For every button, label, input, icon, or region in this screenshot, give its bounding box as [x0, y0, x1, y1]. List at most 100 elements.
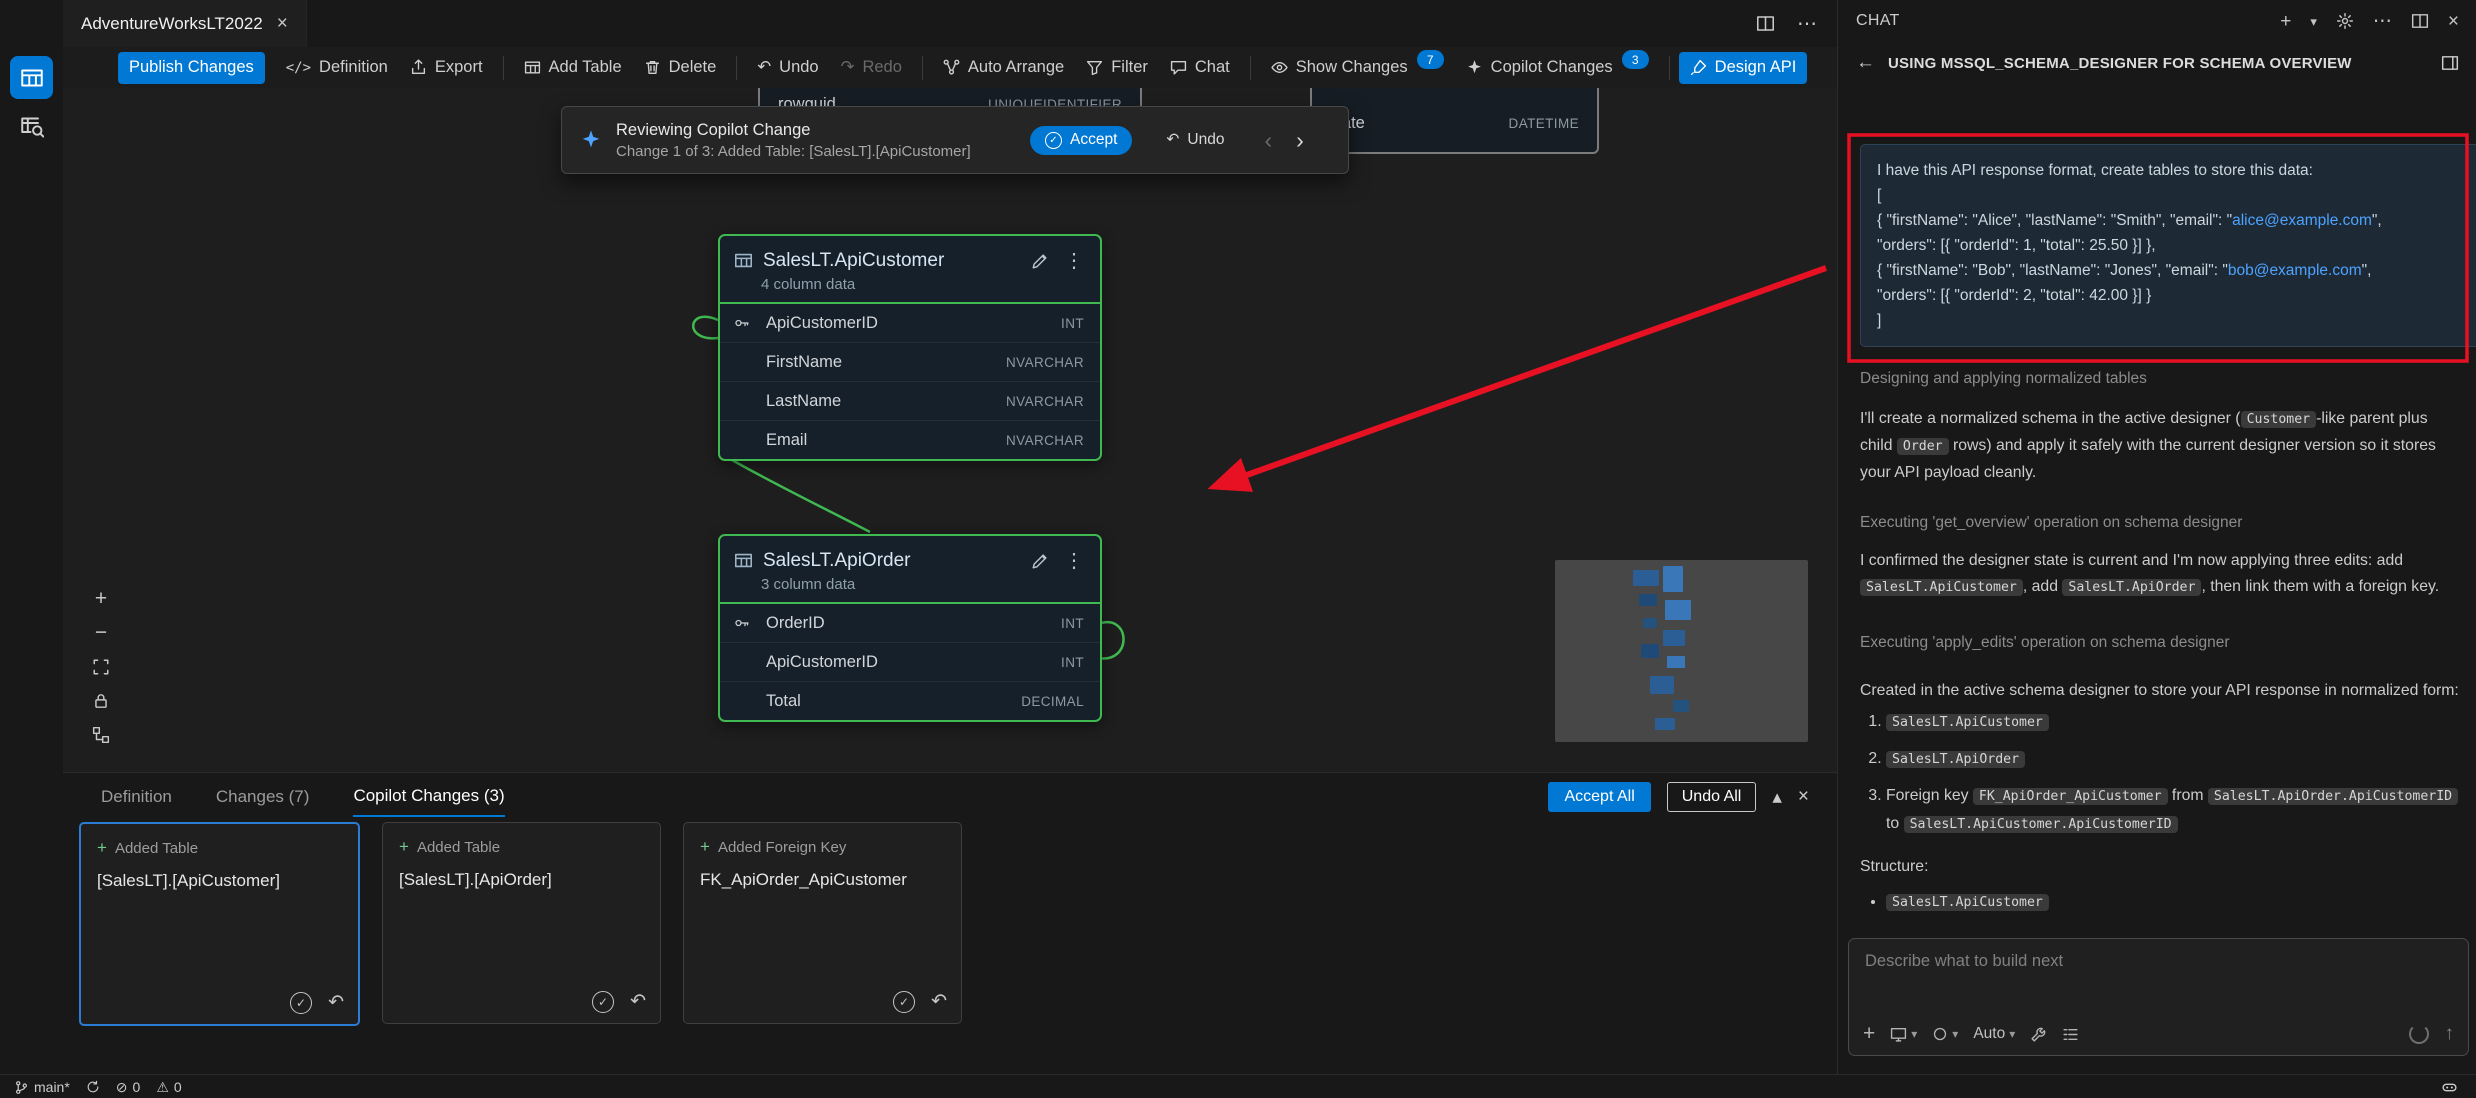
new-chat-dropdown-icon[interactable]: ▾: [2310, 15, 2317, 28]
change-card-foreign-key[interactable]: + Added Foreign Key FK_ApiOrder_ApiCusto…: [683, 822, 962, 1024]
tools-icon[interactable]: [2030, 1026, 2047, 1043]
table-row[interactable]: FirstName NVARCHAR: [720, 343, 1100, 382]
instructions-icon[interactable]: [2062, 1026, 2079, 1043]
table-row[interactable]: ApiCustomerID INT: [720, 304, 1100, 343]
chat-header: CHAT + ▾ ⋯ ×: [1838, 0, 2476, 42]
tab-definition[interactable]: Definition: [101, 787, 172, 816]
export-button[interactable]: Export: [399, 52, 494, 84]
toast-title: Reviewing Copilot Change: [616, 121, 1016, 140]
lock-canvas-button[interactable]: [87, 687, 115, 715]
tab-adventureworks[interactable]: AdventureWorksLT2022 ×: [63, 0, 307, 47]
activity-schema-designer-button[interactable]: [10, 56, 53, 99]
surface-selector[interactable]: ▾: [1890, 1026, 1917, 1043]
activity-schema-find-button[interactable]: [10, 104, 53, 147]
publish-changes-button[interactable]: Publish Changes: [118, 52, 265, 84]
sparkle-icon: [1466, 59, 1483, 76]
definition-button[interactable]: </> Definition: [275, 52, 399, 84]
added-icon: +: [700, 837, 710, 857]
auto-arrange-button[interactable]: Auto Arrange: [932, 52, 1075, 84]
change-card-apicustomer[interactable]: + Added Table [SalesLT].[ApiCustomer] ✓ …: [79, 822, 360, 1026]
table-menu-icon[interactable]: ⋮: [1064, 548, 1084, 573]
error-count: 0: [133, 1079, 141, 1095]
table-node-apicustomer[interactable]: SalesLT.ApiCustomer ⋮ 4 column data ApiC…: [718, 234, 1102, 461]
chat-input-placeholder[interactable]: Describe what to build next: [1849, 939, 2468, 984]
editor-area: AdventureWorksLT2022 × ⋯ Publish Changes…: [63, 0, 1837, 1074]
fit-view-button[interactable]: [87, 653, 115, 681]
chat-more-actions-icon[interactable]: ⋯: [2373, 12, 2392, 31]
new-chat-icon[interactable]: +: [2280, 12, 2291, 31]
filter-button[interactable]: Filter: [1075, 52, 1159, 84]
table-icon: [734, 251, 753, 270]
close-panel-icon[interactable]: ×: [1798, 786, 1809, 808]
table-row[interactable]: Email NVARCHAR: [720, 421, 1100, 459]
zoom-out-button[interactable]: −: [87, 619, 115, 647]
added-icon: +: [97, 838, 107, 858]
table-row[interactable]: LastName NVARCHAR: [720, 382, 1100, 421]
sync-changes-icon[interactable]: [86, 1080, 100, 1094]
send-icon[interactable]: ↑: [2445, 1023, 2455, 1045]
table-row[interactable]: Total DECIMAL: [720, 682, 1100, 720]
designer-canvas[interactable]: rowguid UNIQUEIDENTIFIER Date DATETIME: [63, 88, 1837, 772]
accept-change-icon[interactable]: ✓: [592, 991, 614, 1013]
column-type: INT: [1061, 616, 1084, 631]
chat-input-box[interactable]: Describe what to build next + ▾ ▾ Auto ▾: [1848, 938, 2469, 1056]
partial-table-top-right[interactable]: Date DATETIME: [1310, 88, 1599, 154]
list-item: Foreign key FK_ApiOrder_ApiCustomer from…: [1886, 782, 2471, 838]
auto-layout-button[interactable]: [87, 721, 115, 749]
edit-table-icon[interactable]: [1031, 252, 1049, 270]
accept-change-button[interactable]: ✓ Accept: [1030, 126, 1132, 155]
tab-changes[interactable]: Changes (7): [216, 787, 310, 816]
delete-button[interactable]: Delete: [633, 52, 728, 84]
copilot-status-icon[interactable]: [2441, 1079, 2458, 1096]
editor-more-actions-icon[interactable]: ⋯: [1797, 14, 1817, 34]
accept-all-button[interactable]: Accept All: [1548, 782, 1650, 812]
open-chat-in-editor-icon[interactable]: [2411, 12, 2429, 30]
minimap-node: [1673, 700, 1689, 712]
undo-all-button[interactable]: Undo All: [1667, 782, 1757, 812]
next-change-icon[interactable]: ›: [1296, 127, 1304, 154]
undo-change-icon[interactable]: ↶: [328, 991, 344, 1014]
split-editor-icon[interactable]: [1756, 14, 1775, 33]
model-selector[interactable]: Auto ▾: [1973, 1025, 2015, 1043]
previous-change-icon[interactable]: ‹: [1264, 127, 1272, 154]
zoom-in-button[interactable]: +: [87, 585, 115, 613]
table-row[interactable]: ApiCustomerID INT: [720, 643, 1100, 682]
export-icon: [410, 59, 427, 76]
table-row[interactable]: Date DATETIME: [1312, 108, 1597, 138]
warnings-item[interactable]: ⚠ 0: [156, 1079, 181, 1096]
table-menu-icon[interactable]: ⋮: [1064, 248, 1084, 273]
chat-title: CHAT: [1856, 12, 1900, 30]
add-context-icon[interactable]: +: [1863, 1022, 1875, 1046]
auto-arrange-label: Auto Arrange: [968, 58, 1064, 77]
redo-button[interactable]: ↷ Redo: [830, 52, 913, 84]
collapse-panel-icon[interactable]: ▴: [1772, 786, 1782, 809]
change-card-apiorder[interactable]: + Added Table [SalesLT].[ApiOrder] ✓ ↶: [382, 822, 661, 1024]
undo-change-button[interactable]: ↶ Undo: [1160, 130, 1230, 150]
git-branch-item[interactable]: main*: [14, 1079, 70, 1095]
back-icon[interactable]: ←: [1856, 52, 1875, 74]
tab-copilot-changes[interactable]: Copilot Changes (3): [353, 786, 504, 817]
minimap[interactable]: [1555, 560, 1808, 742]
minimap-node: [1639, 594, 1657, 606]
errors-item[interactable]: ⊘ 0: [116, 1079, 141, 1096]
change-kind: Added Foreign Key: [718, 839, 846, 856]
undo-change-icon[interactable]: ↶: [931, 990, 947, 1013]
mode-selector[interactable]: ▾: [1932, 1026, 1958, 1042]
undo-button[interactable]: ↶ Undo: [746, 52, 829, 84]
undo-change-icon[interactable]: ↶: [630, 990, 646, 1013]
table-row[interactable]: OrderID INT: [720, 604, 1100, 643]
edit-table-icon[interactable]: [1031, 552, 1049, 570]
close-chat-icon[interactable]: ×: [2448, 12, 2459, 31]
close-tab-icon[interactable]: ×: [277, 13, 288, 35]
accept-change-icon[interactable]: ✓: [290, 992, 312, 1014]
table-node-apiorder[interactable]: SalesLT.ApiOrder ⋮ 3 column data OrderID…: [718, 534, 1102, 722]
assistant-paragraph: I confirmed the designer state is curren…: [1860, 548, 2460, 601]
chat-button[interactable]: Chat: [1159, 52, 1241, 84]
copilot-changes-button[interactable]: Copilot Changes 3: [1455, 52, 1660, 84]
add-table-button[interactable]: Add Table: [513, 52, 633, 84]
chat-layout-icon[interactable]: [2441, 54, 2459, 72]
chat-settings-icon[interactable]: [2336, 12, 2354, 30]
show-changes-button[interactable]: Show Changes 7: [1260, 52, 1455, 84]
accept-change-icon[interactable]: ✓: [893, 991, 915, 1013]
design-api-button[interactable]: Design API: [1679, 52, 1808, 84]
